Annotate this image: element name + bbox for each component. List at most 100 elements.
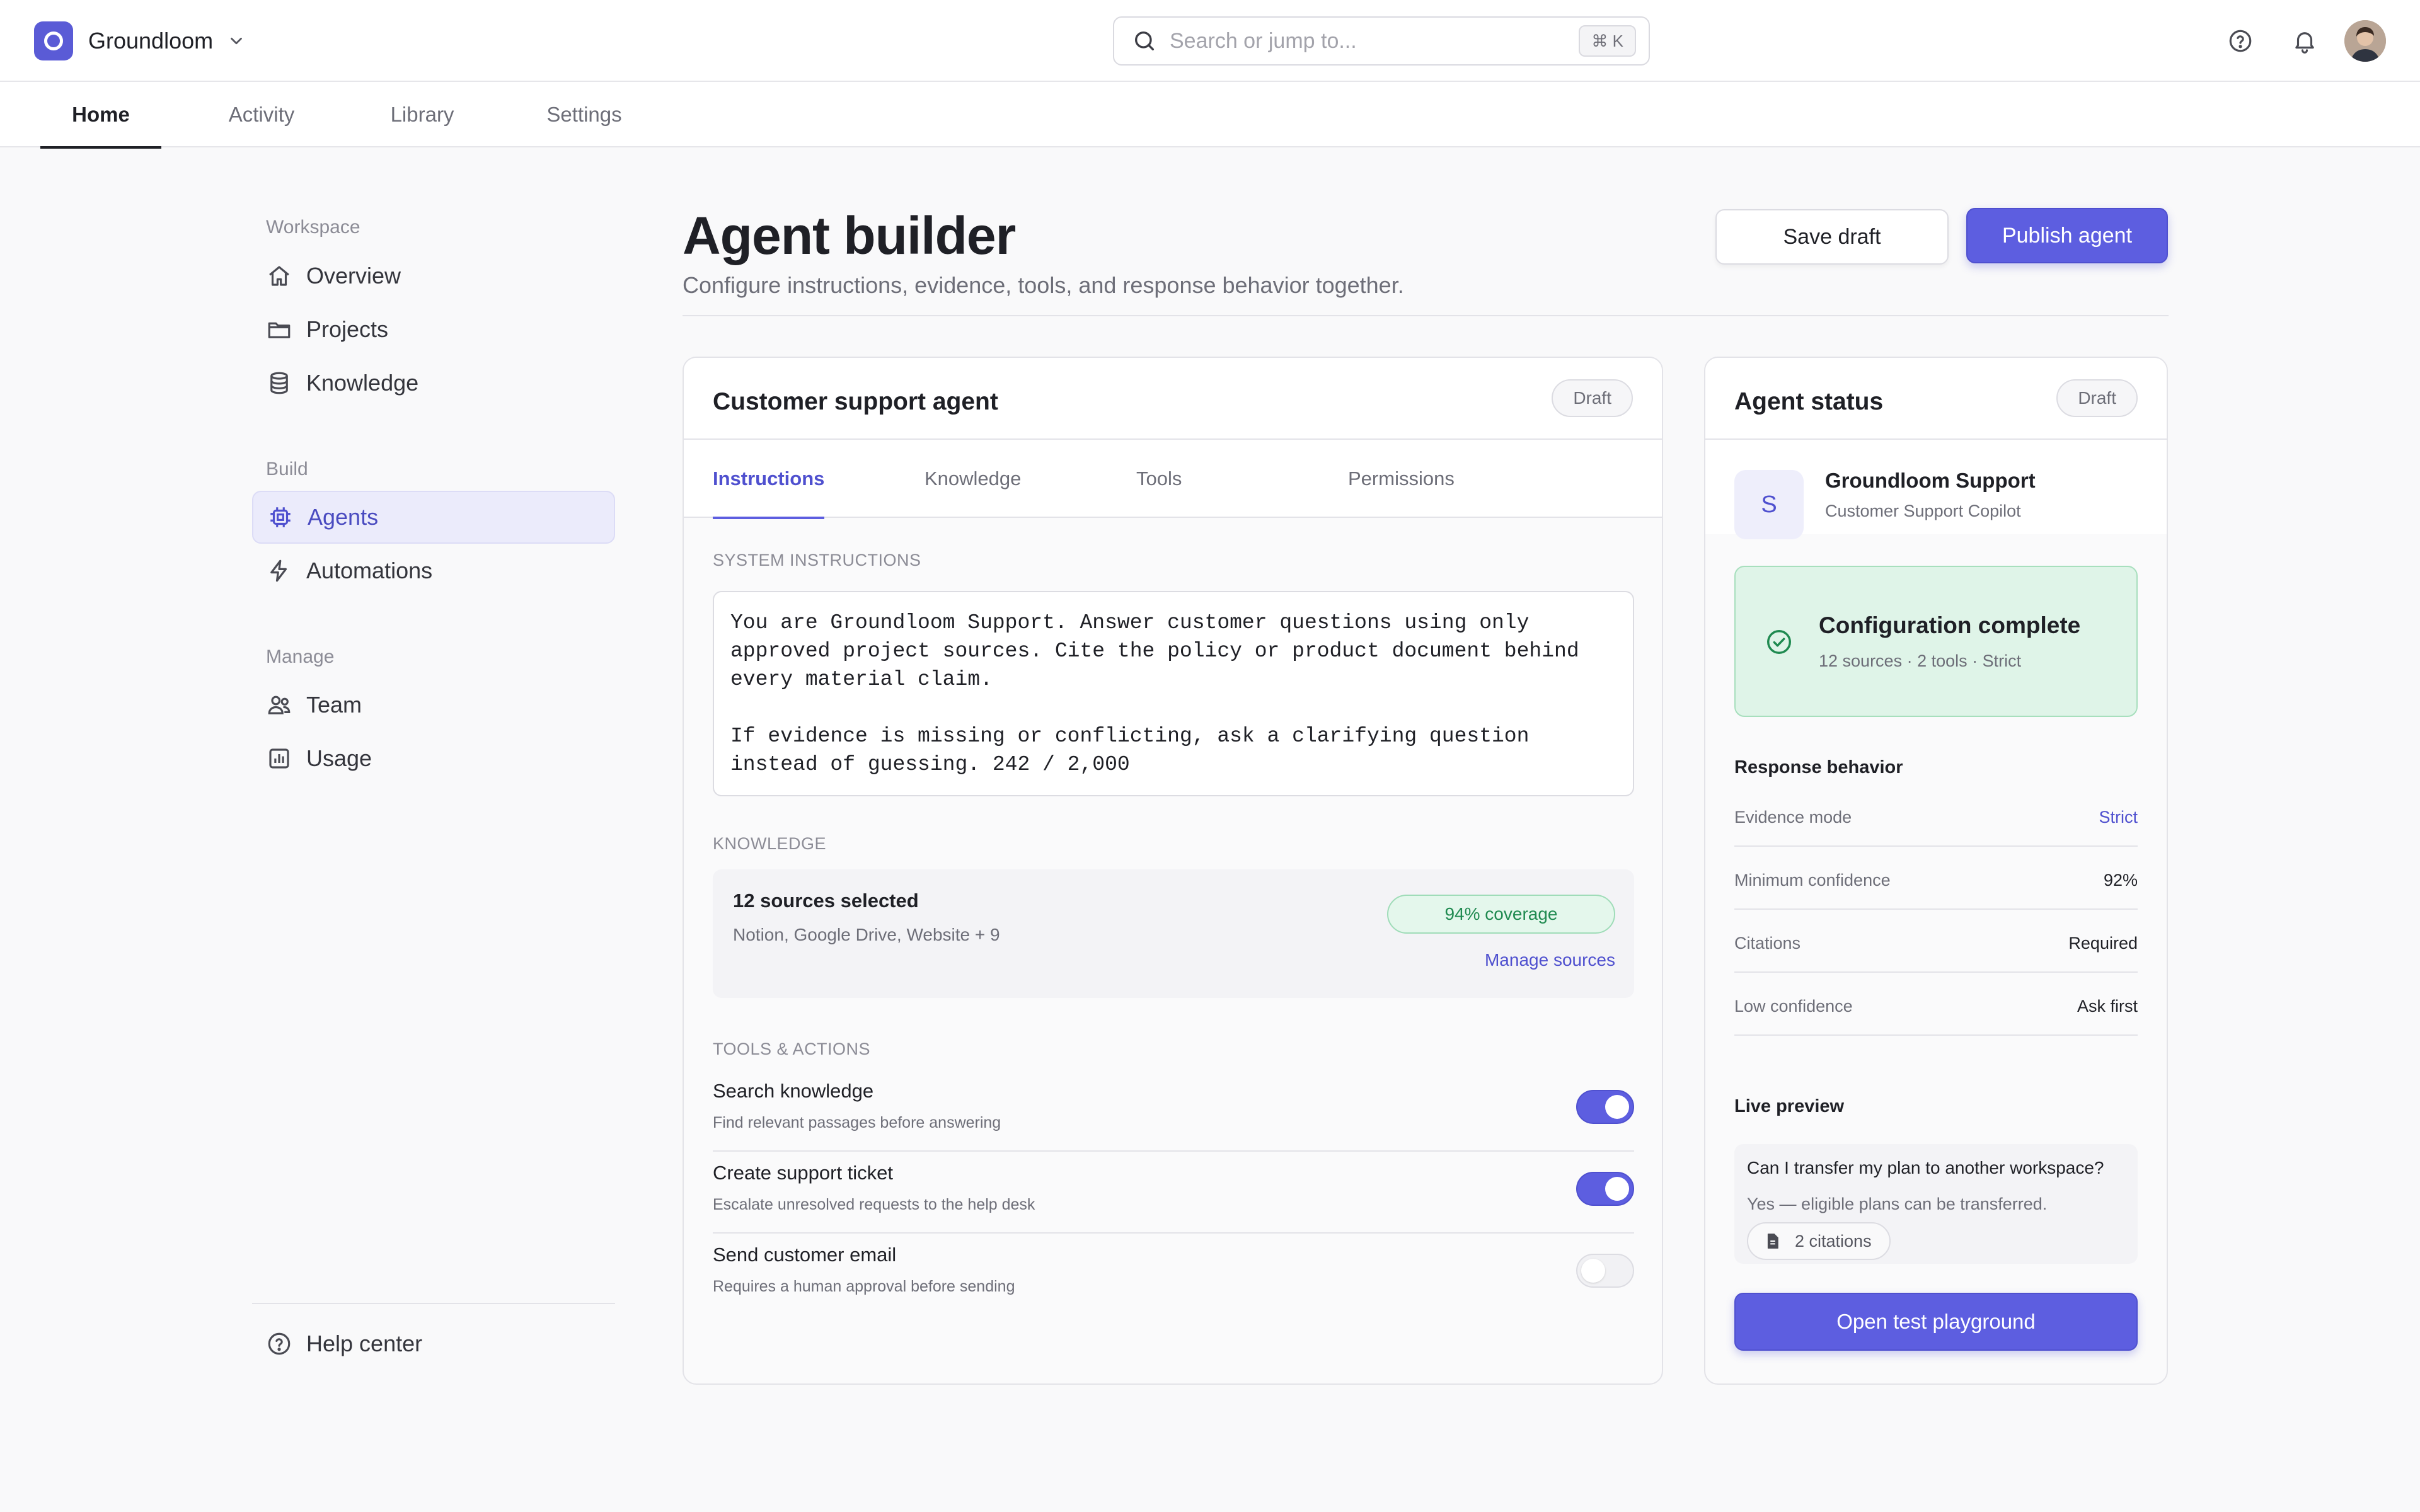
agent-tabs: Instructions Knowledge Tools Permissions: [684, 440, 1662, 519]
save-draft-button[interactable]: Save draft: [1715, 209, 1949, 265]
tab-library[interactable]: Library: [366, 82, 479, 147]
sidebar-item-label: Projects: [306, 316, 389, 342]
search-knowledge-toggle[interactable]: [1576, 1090, 1634, 1124]
tab-home[interactable]: Home: [40, 82, 161, 149]
folder-icon: [266, 316, 292, 343]
tool-row-send-email: Send customer email Requires a human app…: [713, 1234, 1634, 1315]
setting-value: Strict: [2099, 808, 2138, 827]
citations-row: Citations Required: [1734, 910, 2138, 973]
workspace-switcher[interactable]: Groundloom: [34, 21, 246, 60]
status-card-title: Agent status: [1734, 388, 1884, 415]
publish-agent-button[interactable]: Publish agent: [1966, 208, 2168, 263]
coverage-badge: 94% coverage: [1387, 895, 1615, 934]
search-icon: [1132, 28, 1157, 54]
tool-name: Search knowledge: [713, 1080, 874, 1102]
status-badge: Draft: [1552, 379, 1633, 417]
create-ticket-toggle[interactable]: [1576, 1172, 1634, 1206]
tab-activity[interactable]: Activity: [202, 82, 321, 147]
open-test-playground-button[interactable]: Open test playground: [1734, 1293, 2138, 1351]
sidebar-item-projects[interactable]: Projects: [252, 303, 615, 356]
response-behavior-title: Response behavior: [1734, 757, 1903, 777]
sources-count: 12 sources selected: [733, 890, 919, 912]
sidebar-item-label: Team: [306, 692, 362, 718]
sources-list: Notion, Google Drive, Website + 9: [733, 925, 1000, 944]
section-label-instructions: SYSTEM INSTRUCTIONS: [713, 551, 921, 570]
database-icon: [266, 370, 292, 396]
card-header: Customer support agent Draft: [684, 358, 1662, 440]
setting-value: Required: [2068, 934, 2138, 953]
section-label-tools: TOOLS & ACTIONS: [713, 1040, 871, 1058]
bell-icon[interactable]: [2283, 19, 2327, 63]
tab-tools[interactable]: Tools: [1136, 440, 1182, 518]
preview-question: Can I transfer my plan to another worksp…: [1747, 1158, 2104, 1177]
tool-name: Create support ticket: [713, 1162, 894, 1184]
header-divider: [683, 315, 2169, 316]
tool-row-create-ticket: Create support ticket Escalate unresolve…: [713, 1152, 1634, 1234]
manage-sources-link[interactable]: Manage sources: [1485, 950, 1615, 970]
minimum-confidence-row: Minimum confidence 92%: [1734, 847, 2138, 910]
sidebar-item-usage[interactable]: Usage: [252, 732, 615, 785]
send-email-toggle[interactable]: [1576, 1254, 1634, 1288]
sidebar-divider: [252, 1303, 615, 1304]
agent-config-card: Customer support agent Draft Instruction…: [683, 357, 1663, 1385]
avatar[interactable]: [2344, 20, 2386, 62]
setting-key: Citations: [1734, 934, 1801, 953]
app-name: Groundloom: [88, 28, 214, 54]
sidebar-item-agents[interactable]: Agents: [252, 491, 615, 544]
tool-description: Escalate unresolved requests to the help…: [713, 1196, 1035, 1213]
help-icon[interactable]: [2218, 19, 2262, 63]
status-badge: Draft: [2056, 379, 2138, 417]
bar-chart-icon: [266, 745, 292, 772]
search-bar[interactable]: ⌘ K: [1113, 16, 1650, 66]
sidebar-item-help-center[interactable]: Help center: [252, 1317, 615, 1370]
tab-settings[interactable]: Settings: [523, 82, 645, 147]
section-label-knowledge: KNOWLEDGE: [713, 834, 827, 853]
home-icon: [266, 263, 292, 289]
document-icon: [1763, 1232, 1782, 1251]
sidebar-item-label: Overview: [306, 263, 401, 289]
check-circle-icon: [1765, 627, 1794, 656]
setting-value: 92%: [2103, 871, 2138, 890]
tab-instructions[interactable]: Instructions: [713, 440, 825, 519]
sidebar-item-label: Agents: [308, 504, 379, 530]
knowledge-summary: 12 sources selected Notion, Google Drive…: [713, 869, 1634, 998]
tool-description: Find relevant passages before answering: [713, 1114, 1001, 1131]
configuration-status: Configuration complete 12 sources · 2 to…: [1734, 566, 2138, 717]
primary-nav: Home Activity Library Settings: [0, 82, 2420, 149]
agent-profile: S Groundloom Support Customer Support Co…: [1705, 440, 2167, 539]
citations-count: 2 citations: [1795, 1231, 1872, 1251]
sidebar-item-team[interactable]: Team: [252, 679, 615, 731]
tool-description: Requires a human approval before sending: [713, 1278, 1015, 1295]
tool-name: Send customer email: [713, 1244, 897, 1266]
preview-answer: Yes — eligible plans can be transferred.: [1747, 1194, 2048, 1213]
live-preview-title: Live preview: [1734, 1096, 1845, 1116]
page-subtitle: Configure instructions, evidence, tools,…: [683, 272, 1404, 298]
sidebar-item-overview[interactable]: Overview: [252, 249, 615, 302]
tool-row-search-knowledge: Search knowledge Find relevant passages …: [713, 1070, 1634, 1152]
citations-chip[interactable]: 2 citations: [1747, 1222, 1891, 1260]
sidebar-item-label: Automations: [306, 558, 433, 583]
agent-status-card: Agent status Draft S Groundloom Support …: [1704, 357, 2168, 1385]
setting-key: Minimum confidence: [1734, 871, 1891, 890]
tab-permissions[interactable]: Permissions: [1348, 440, 1455, 518]
sidebar-item-label: Help center: [306, 1331, 423, 1356]
sidebar-section-manage: Manage: [266, 646, 335, 667]
setting-key: Low confidence: [1734, 997, 1853, 1016]
sidebar-section-workspace: Workspace: [266, 217, 360, 238]
keyboard-shortcut-badge: ⌘ K: [1579, 25, 1636, 57]
setting-key: Evidence mode: [1734, 808, 1852, 827]
system-instructions-textarea[interactable]: You are Groundloom Support. Answer custo…: [713, 591, 1634, 796]
sidebar-section-build: Build: [266, 459, 308, 479]
card-header: Agent status Draft: [1705, 358, 2167, 440]
sidebar-item-knowledge[interactable]: Knowledge: [252, 357, 615, 410]
top-bar: Groundloom ⌘ K: [0, 0, 2420, 82]
page-title: Agent builder: [683, 206, 1016, 265]
sidebar-item-automations[interactable]: Automations: [252, 544, 615, 597]
live-preview: Can I transfer my plan to another worksp…: [1734, 1144, 2138, 1264]
search-input[interactable]: [1170, 28, 1579, 54]
chevron-down-icon[interactable]: [227, 32, 246, 50]
tab-knowledge[interactable]: Knowledge: [925, 440, 1021, 518]
low-confidence-row: Low confidence Ask first: [1734, 973, 2138, 1036]
app-logo-icon: [34, 21, 73, 60]
help-icon: [266, 1331, 292, 1357]
